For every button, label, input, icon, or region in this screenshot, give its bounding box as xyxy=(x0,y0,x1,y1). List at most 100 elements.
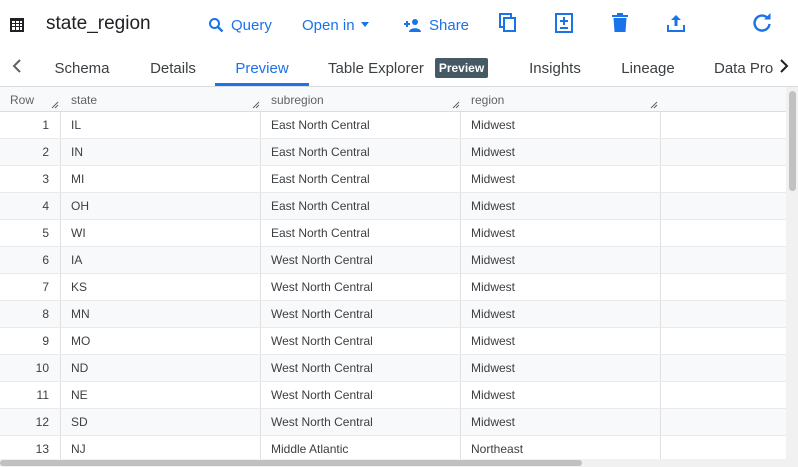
region-cell[interactable]: Midwest xyxy=(461,382,661,408)
state-cell[interactable]: IL xyxy=(61,112,261,138)
person-add-icon xyxy=(404,18,422,32)
table-row[interactable]: 2 IN East North Central Midwest xyxy=(0,139,786,166)
table-row[interactable]: 8 MN West North Central Midwest xyxy=(0,301,786,328)
table-row[interactable]: 10 ND West North Central Midwest xyxy=(0,355,786,382)
share-label: Share xyxy=(429,16,470,34)
vertical-scrollbar-thumb[interactable] xyxy=(789,91,796,191)
state-cell[interactable]: SD xyxy=(61,409,261,435)
table-row[interactable]: 12 SD West North Central Midwest xyxy=(0,409,786,436)
snapshot-button[interactable] xyxy=(552,12,576,38)
active-tab-indicator xyxy=(215,83,309,86)
table-row[interactable]: 6 IA West North Central Midwest xyxy=(0,247,786,274)
column-resize-handle[interactable] xyxy=(51,101,59,109)
column-header-region-label: region xyxy=(471,93,505,107)
state-cell[interactable]: IA xyxy=(61,247,261,273)
snapshot-icon xyxy=(555,12,573,38)
toolbar: state_region Query Open in Share xyxy=(0,0,798,50)
refresh-icon xyxy=(752,12,772,38)
table-row[interactable]: 7 KS West North Central Midwest xyxy=(0,274,786,301)
vertical-scrollbar[interactable] xyxy=(786,87,798,467)
tab-lineage[interactable]: Lineage xyxy=(611,50,685,86)
subregion-cell[interactable]: East North Central xyxy=(261,220,461,246)
row-number: 2 xyxy=(0,139,61,165)
tab-preview[interactable]: Preview xyxy=(215,50,309,86)
region-cell[interactable]: Midwest xyxy=(461,355,661,381)
export-button[interactable] xyxy=(664,13,688,37)
delete-button[interactable] xyxy=(608,12,632,38)
subregion-cell[interactable]: West North Central xyxy=(261,355,461,381)
row-number: 4 xyxy=(0,193,61,219)
subregion-cell[interactable]: East North Central xyxy=(261,166,461,192)
subregion-cell[interactable]: East North Central xyxy=(261,139,461,165)
column-resize-handle[interactable] xyxy=(252,101,260,109)
region-cell[interactable]: Midwest xyxy=(461,328,661,354)
region-cell[interactable]: Midwest xyxy=(461,193,661,219)
subregion-cell[interactable]: West North Central xyxy=(261,301,461,327)
subregion-cell[interactable]: West North Central xyxy=(261,247,461,273)
share-button[interactable]: Share xyxy=(404,13,469,37)
tab-insights[interactable]: Insights xyxy=(519,50,591,86)
subregion-cell[interactable]: East North Central xyxy=(261,112,461,138)
row-number: 11 xyxy=(0,382,61,408)
region-cell[interactable]: Midwest xyxy=(461,301,661,327)
row-number: 6 xyxy=(0,247,61,273)
state-cell[interactable]: ND xyxy=(61,355,261,381)
state-cell[interactable]: IN xyxy=(61,139,261,165)
state-cell[interactable]: MN xyxy=(61,301,261,327)
state-cell[interactable]: WI xyxy=(61,220,261,246)
copy-button[interactable] xyxy=(496,12,520,38)
state-cell[interactable]: MI xyxy=(61,166,261,192)
table-row[interactable]: 5 WI East North Central Midwest xyxy=(0,220,786,247)
row-number: 5 xyxy=(0,220,61,246)
subregion-cell[interactable]: West North Central xyxy=(261,274,461,300)
grid-header: Row state subregion region xyxy=(0,87,786,112)
page-title: state_region xyxy=(46,13,151,34)
table-row[interactable]: 1 IL East North Central Midwest xyxy=(0,112,786,139)
trash-icon xyxy=(612,12,628,38)
subregion-cell[interactable]: West North Central xyxy=(261,409,461,435)
chevron-left-icon xyxy=(12,58,22,78)
table-row[interactable]: 9 MO West North Central Midwest xyxy=(0,328,786,355)
subregion-cell[interactable]: West North Central xyxy=(261,382,461,408)
row-number: 12 xyxy=(0,409,61,435)
region-cell[interactable]: Midwest xyxy=(461,139,661,165)
column-header-state: state xyxy=(61,87,261,111)
state-cell[interactable]: OH xyxy=(61,193,261,219)
column-header-subregion-label: subregion xyxy=(271,93,324,107)
region-cell[interactable]: Midwest xyxy=(461,220,661,246)
subregion-cell[interactable]: East North Central xyxy=(261,193,461,219)
horizontal-scrollbar-thumb[interactable] xyxy=(0,460,582,466)
preview-badge: Preview xyxy=(435,58,488,78)
region-cell[interactable]: Midwest xyxy=(461,274,661,300)
column-header-region: region xyxy=(461,87,661,111)
state-cell[interactable]: KS xyxy=(61,274,261,300)
horizontal-scrollbar[interactable] xyxy=(0,459,786,467)
column-resize-handle[interactable] xyxy=(650,101,658,109)
subregion-cell[interactable]: West North Central xyxy=(261,328,461,354)
copy-icon xyxy=(499,12,517,38)
tab-table-explorer[interactable]: Table Explorer xyxy=(321,50,431,86)
caret-down-icon xyxy=(360,22,370,28)
region-cell[interactable]: Midwest xyxy=(461,247,661,273)
tab-data-profile[interactable]: Data Pro xyxy=(706,50,776,86)
column-resize-handle[interactable] xyxy=(452,101,460,109)
tabs-scroll-right-button[interactable] xyxy=(774,57,794,79)
query-button[interactable]: Query xyxy=(208,13,272,37)
state-cell[interactable]: NE xyxy=(61,382,261,408)
table-row[interactable]: 11 NE West North Central Midwest xyxy=(0,382,786,409)
refresh-button[interactable] xyxy=(750,12,774,38)
region-cell[interactable]: Midwest xyxy=(461,112,661,138)
region-cell[interactable]: Midwest xyxy=(461,409,661,435)
state-cell[interactable]: MO xyxy=(61,328,261,354)
column-header-row: Row xyxy=(0,87,61,111)
tab-schema[interactable]: Schema xyxy=(21,50,143,86)
region-cell[interactable]: Midwest xyxy=(461,166,661,192)
open-in-button[interactable]: Open in xyxy=(302,13,370,37)
tabs-scroll-left-button[interactable] xyxy=(7,57,27,79)
table-row[interactable]: 3 MI East North Central Midwest xyxy=(0,166,786,193)
query-label: Query xyxy=(231,16,272,34)
table-row[interactable]: 4 OH East North Central Midwest xyxy=(0,193,786,220)
column-header-subregion: subregion xyxy=(261,87,461,111)
chevron-right-icon xyxy=(779,58,789,78)
tab-details[interactable]: Details xyxy=(143,50,203,86)
